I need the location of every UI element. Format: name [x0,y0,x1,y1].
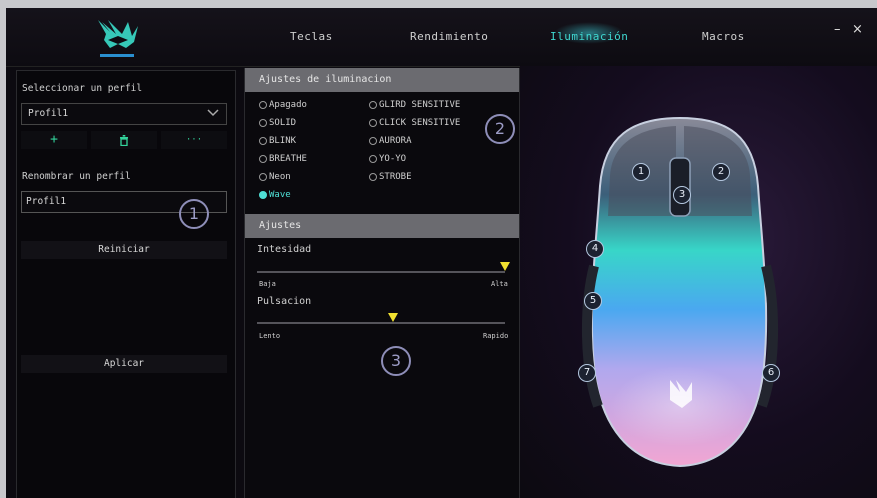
phoenix-logo-icon [98,20,138,57]
radio-icon [369,172,377,181]
mode-label: Neon [269,172,291,182]
tab-macros[interactable]: Macros [702,30,745,43]
lighting-panel: Ajustes de iluminacion 2 Apagado SOLID B… [244,68,520,498]
mode-label: CLICK SENSITIVE [379,118,461,128]
mouse-button-7-marker[interactable]: 7 [578,364,596,382]
radio-icon [259,118,267,127]
mode-solid[interactable]: SOLID [259,118,296,128]
mouse-button-2-marker[interactable]: 2 [712,163,730,181]
radio-icon [259,172,267,181]
pulse-label: Pulsacion [257,296,312,307]
callout-badge-3: 3 [381,346,411,376]
close-button[interactable]: × [852,22,863,37]
mouse-button-3-marker[interactable]: 3 [673,186,691,204]
radio-icon [369,118,377,127]
mouse-preview: 1 2 3 4 5 6 7 [520,66,877,498]
trash-icon [120,135,128,147]
mode-wave[interactable]: Wave [259,190,291,200]
app-window: Teclas Rendimiento Iluminación Macros – … [6,8,877,498]
mode-breathe[interactable]: BREATHE [259,154,307,164]
rename-profile-label: Renombrar un perfil [22,171,131,182]
mode-apagado[interactable]: Apagado [259,100,307,110]
add-profile-button[interactable]: + [21,131,87,149]
mode-yo-yo[interactable]: YO-YO [369,154,406,164]
mouse-button-6-marker[interactable]: 6 [762,364,780,382]
intensity-min-label: Baja [259,280,276,288]
radio-icon [259,136,267,145]
pulse-max-label: Rapido [483,332,509,340]
profile-panel: Seleccionar un perfil Profil1 + ··· Reno… [16,70,236,498]
rename-profile-value: Profil1 [26,196,67,207]
mode-click-sensitive[interactable]: CLICK SENSITIVE [369,118,460,128]
mode-label: SOLID [269,118,297,128]
mode-label: GLIRD SENSITIVE [379,100,461,110]
apply-button[interactable]: Aplicar [21,355,227,373]
radio-icon [259,154,267,163]
intensity-slider-thumb[interactable] [500,262,510,271]
mode-blink[interactable]: BLINK [259,136,296,146]
delete-profile-button[interactable] [91,131,157,149]
lighting-header: Ajustes de iluminacion [245,68,519,92]
pulse-min-label: Lento [259,332,281,340]
mouse-button-5-marker[interactable]: 5 [584,292,602,310]
tab-iluminacion[interactable]: Iluminación [550,30,628,43]
mode-label: AURORA [379,136,412,146]
intensity-max-label: Alta [491,280,508,288]
pulse-slider-thumb[interactable] [388,313,399,322]
chevron-down-icon [207,109,219,117]
adjust-header: Ajustes [245,214,519,238]
tab-teclas[interactable]: Teclas [290,30,333,43]
mode-label: BLINK [269,136,297,146]
mode-label: STROBE [379,172,412,182]
mouse-illustration [581,116,779,468]
mode-label: Apagado [269,100,307,110]
intensity-label: Intesidad [257,244,312,255]
mode-strobe[interactable]: STROBE [369,172,412,182]
mode-label: BREATHE [269,154,307,164]
adjust-header-text: Ajustes [259,220,302,231]
mouse-button-4-marker[interactable]: 4 [586,240,604,258]
radio-icon [369,154,377,163]
reset-button[interactable]: Reiniciar [21,241,227,259]
profile-select[interactable]: Profil1 [21,103,227,125]
top-bar: Teclas Rendimiento Iluminación Macros – … [6,8,877,67]
minimize-button[interactable]: – [834,22,841,37]
radio-icon [369,100,377,109]
radio-icon [369,136,377,145]
mode-aurora[interactable]: AURORA [369,136,412,146]
mode-glird-sensitive[interactable]: GLIRD SENSITIVE [369,100,460,110]
more-icon: ··· [185,135,203,145]
lighting-header-text: Ajustes de iluminacion [259,74,392,85]
radio-icon [259,100,267,109]
mode-label: Wave [269,190,291,200]
intensity-slider[interactable] [257,271,505,273]
mode-neon[interactable]: Neon [259,172,291,182]
plus-icon: + [50,132,58,147]
radio-selected-icon [259,190,267,199]
tab-rendimiento[interactable]: Rendimiento [410,30,488,43]
callout-badge-2: 2 [485,114,515,144]
pulse-slider[interactable] [257,322,505,324]
mouse-button-1-marker[interactable]: 1 [632,163,650,181]
profile-select-value: Profil1 [28,108,69,119]
mode-label: YO-YO [379,154,407,164]
select-profile-label: Seleccionar un perfil [22,83,143,94]
callout-badge-1: 1 [179,199,209,229]
more-options-button[interactable]: ··· [161,131,227,149]
